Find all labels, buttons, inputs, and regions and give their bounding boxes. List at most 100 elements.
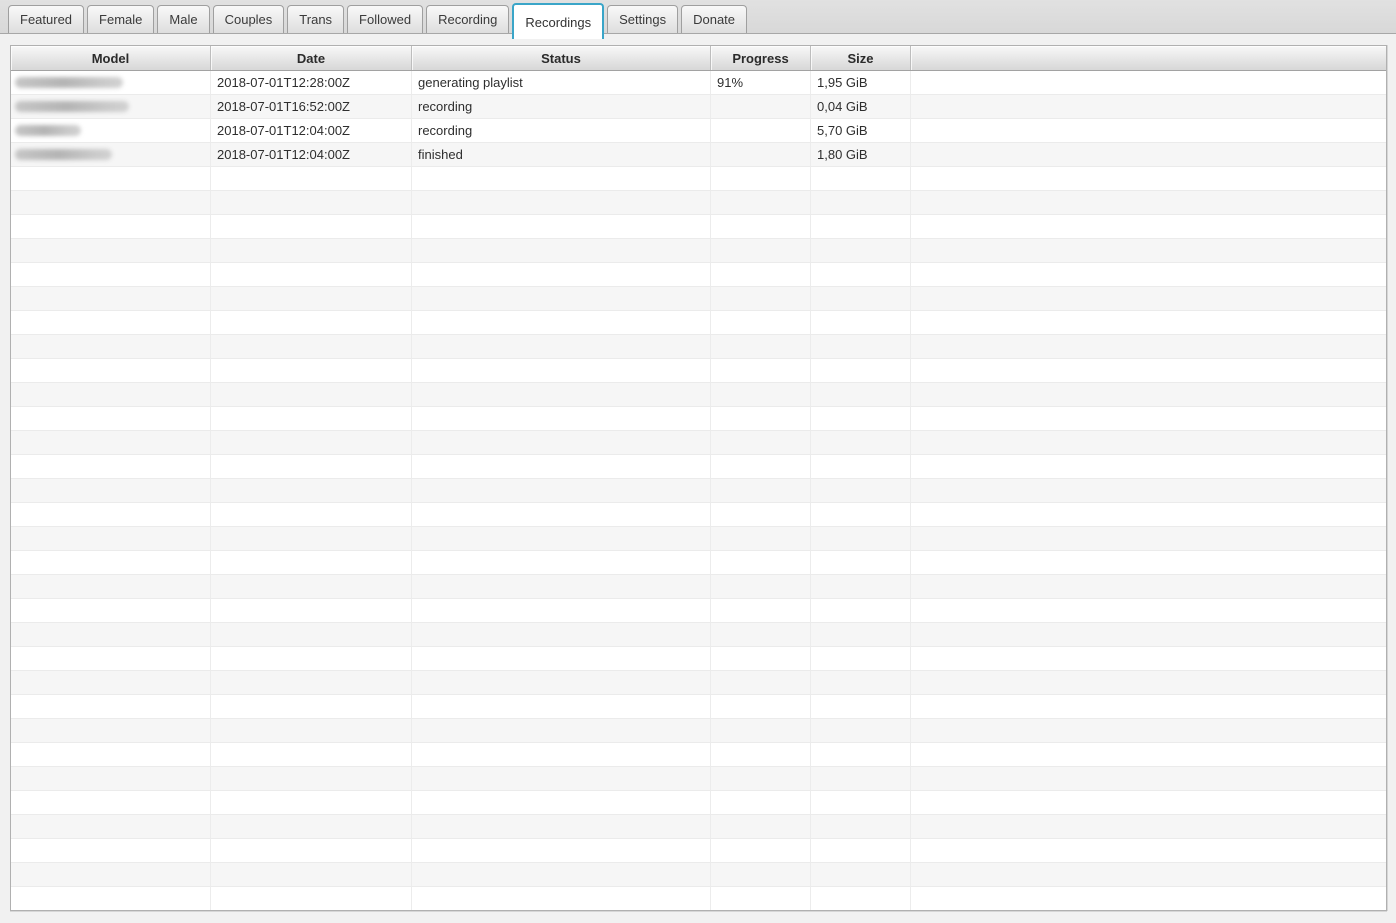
column-header-status[interactable]: Status (412, 46, 711, 70)
cell-progress (711, 671, 811, 695)
cell-progress (711, 287, 811, 311)
tab-couples[interactable]: Couples (213, 5, 285, 33)
table-row-empty (11, 503, 1386, 527)
column-header-size[interactable]: Size (811, 46, 911, 70)
cell-progress (711, 767, 811, 791)
table-row-empty (11, 479, 1386, 503)
table-row-empty (11, 671, 1386, 695)
cell-date (211, 719, 412, 743)
cell-progress (711, 95, 811, 119)
table-row-empty (11, 311, 1386, 335)
cell-progress: 91% (711, 71, 811, 95)
cell-filler (911, 71, 1386, 95)
table-row[interactable]: 2018-07-01T12:04:00Zfinished1,80 GiB (11, 143, 1386, 167)
recordings-table: ModelDateStatusProgressSize 2018-07-01T1… (10, 45, 1387, 911)
tab-recording[interactable]: Recording (426, 5, 509, 33)
tab-female[interactable]: Female (87, 5, 154, 33)
cell-filler (911, 359, 1386, 383)
tab-settings[interactable]: Settings (607, 5, 678, 33)
cell-progress (711, 143, 811, 167)
cell-model (11, 647, 211, 671)
cell-model (11, 863, 211, 887)
cell-status (412, 695, 711, 719)
cell-filler (911, 551, 1386, 575)
cell-progress (711, 239, 811, 263)
cell-status (412, 647, 711, 671)
cell-size (811, 335, 911, 359)
cell-progress (711, 503, 811, 527)
cell-size (811, 599, 911, 623)
cell-status: generating playlist (412, 71, 711, 95)
cell-model (11, 527, 211, 551)
cell-status (412, 599, 711, 623)
cell-status (412, 671, 711, 695)
table-row-empty (11, 887, 1386, 911)
table-row-empty (11, 455, 1386, 479)
cell-size (811, 743, 911, 767)
tab-male[interactable]: Male (157, 5, 209, 33)
cell-model (11, 743, 211, 767)
cell-size (811, 623, 911, 647)
table-row[interactable]: 2018-07-01T12:28:00Zgenerating playlist9… (11, 71, 1386, 95)
cell-progress (711, 599, 811, 623)
table-row[interactable]: 2018-07-01T12:04:00Zrecording5,70 GiB (11, 119, 1386, 143)
cell-filler (911, 647, 1386, 671)
cell-status (412, 767, 711, 791)
cell-filler (911, 791, 1386, 815)
cell-filler (911, 287, 1386, 311)
cell-status (412, 215, 711, 239)
cell-date (211, 695, 412, 719)
cell-model (11, 815, 211, 839)
cell-date (211, 551, 412, 575)
cell-size (811, 503, 911, 527)
tab-featured[interactable]: Featured (8, 5, 84, 33)
cell-progress (711, 791, 811, 815)
table-body: 2018-07-01T12:28:00Zgenerating playlist9… (11, 71, 1386, 911)
cell-status (412, 503, 711, 527)
column-header-model[interactable]: Model (11, 46, 211, 70)
cell-size (811, 863, 911, 887)
table-row-empty (11, 407, 1386, 431)
cell-size: 5,70 GiB (811, 119, 911, 143)
tab-donate[interactable]: Donate (681, 5, 747, 33)
cell-status (412, 551, 711, 575)
tab-recordings[interactable]: Recordings (512, 3, 604, 39)
cell-progress (711, 455, 811, 479)
cell-model (11, 383, 211, 407)
cell-size (811, 287, 911, 311)
cell-size (811, 671, 911, 695)
cell-date (211, 599, 412, 623)
cell-model (11, 215, 211, 239)
table-row[interactable]: 2018-07-01T16:52:00Zrecording0,04 GiB (11, 95, 1386, 119)
cell-model (11, 359, 211, 383)
tab-bar: FeaturedFemaleMaleCouplesTransFollowedRe… (0, 0, 1396, 34)
cell-status (412, 263, 711, 287)
cell-filler (911, 311, 1386, 335)
table-row-empty (11, 575, 1386, 599)
tab-trans[interactable]: Trans (287, 5, 344, 33)
cell-progress (711, 263, 811, 287)
cell-status: recording (412, 119, 711, 143)
cell-filler (911, 671, 1386, 695)
cell-status (412, 839, 711, 863)
cell-status (412, 167, 711, 191)
cell-status (412, 407, 711, 431)
cell-size (811, 191, 911, 215)
table-row-empty (11, 431, 1386, 455)
table-row-empty (11, 695, 1386, 719)
censored-model-name (15, 77, 123, 88)
table-row-empty (11, 719, 1386, 743)
censored-model-name (15, 125, 81, 136)
cell-status (412, 815, 711, 839)
cell-progress (711, 623, 811, 647)
column-header-progress[interactable]: Progress (711, 46, 811, 70)
cell-progress (711, 431, 811, 455)
tab-followed[interactable]: Followed (347, 5, 423, 33)
column-header-date[interactable]: Date (211, 46, 412, 70)
cell-status (412, 527, 711, 551)
cell-date (211, 767, 412, 791)
cell-status (412, 335, 711, 359)
cell-date (211, 431, 412, 455)
table-row-empty (11, 263, 1386, 287)
column-header-filler[interactable] (911, 46, 1386, 70)
